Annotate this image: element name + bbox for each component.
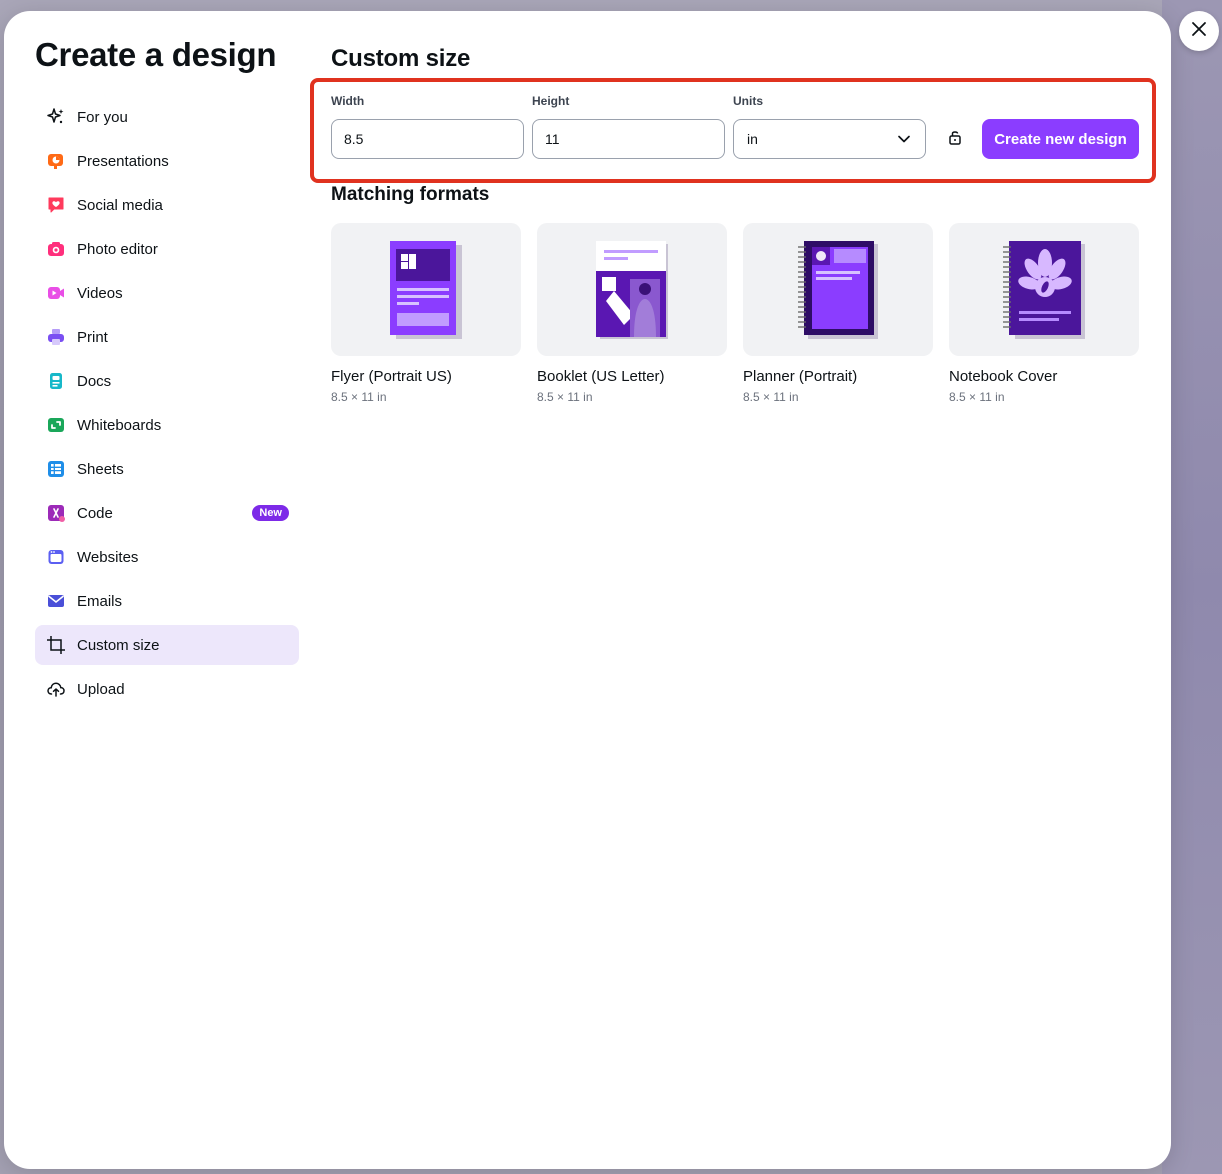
sidebar-item-websites[interactable]: Websites [35, 537, 299, 577]
sidebar-item-label: Docs [77, 372, 112, 390]
width-input[interactable] [331, 119, 524, 159]
sidebar-item-label: Code [77, 504, 113, 522]
sidebar-item-label: Upload [77, 680, 125, 698]
format-name: Planner (Portrait) [743, 368, 858, 385]
cloud-upload-icon [46, 679, 66, 699]
format-name: Notebook Cover [949, 368, 1058, 385]
sidebar-item-sheets[interactable]: Sheets [35, 449, 299, 489]
matching-formats-title: Matching formats [331, 184, 490, 205]
sidebar-item-presentations[interactable]: Presentations [35, 141, 299, 181]
sidebar-item-for-you[interactable]: For you [35, 97, 299, 137]
email-icon [46, 591, 66, 611]
sidebar-item-social-media[interactable]: Social media [35, 185, 299, 225]
create-new-design-button[interactable]: Create new design [982, 119, 1139, 159]
units-value: in [747, 131, 758, 147]
custom-size-title: Custom size [331, 45, 471, 72]
format-size: 8.5 × 11 in [743, 390, 799, 404]
sidebar-item-label: Emails [77, 592, 123, 610]
sidebar-item-whiteboards[interactable]: Whiteboards [35, 405, 299, 445]
planner-thumbnail [743, 223, 933, 356]
printer-icon [46, 327, 66, 347]
close-button[interactable] [1179, 11, 1219, 51]
units-select[interactable]: in [733, 119, 926, 159]
doc-icon [46, 371, 66, 391]
heart-bubble-icon [46, 195, 66, 215]
sidebar-item-label: Whiteboards [77, 416, 162, 434]
format-card-planner[interactable]: Planner (Portrait) 8.5 × 11 in [743, 223, 933, 404]
format-card-notebook-cover[interactable]: Notebook Cover 8.5 × 11 in [949, 223, 1139, 404]
sidebar-item-label: Social media [77, 196, 163, 214]
camera-icon [46, 239, 66, 259]
sidebar-item-label: Sheets [77, 460, 124, 478]
video-icon [46, 283, 66, 303]
format-size: 8.5 × 11 in [537, 390, 593, 404]
sidebar-item-label: Websites [77, 548, 139, 566]
whiteboard-icon [46, 415, 66, 435]
flyer-thumbnail [331, 223, 521, 356]
sidebar-item-label: Photo editor [77, 240, 158, 258]
booklet-thumbnail [537, 223, 727, 356]
sidebar-item-print[interactable]: Print [35, 317, 299, 357]
sidebar-item-videos[interactable]: Videos [35, 273, 299, 313]
create-design-modal: Create a design For you Presentations So… [4, 11, 1171, 1169]
sidebar-item-custom-size[interactable]: Custom size [35, 625, 299, 665]
format-card-booklet[interactable]: Booklet (US Letter) 8.5 × 11 in [537, 223, 727, 404]
sheet-icon [46, 459, 66, 479]
sidebar-nav: For you Presentations Social media Photo… [35, 97, 299, 713]
sparkles-icon [46, 107, 66, 127]
sidebar-item-code[interactable]: Code New [35, 493, 299, 533]
sidebar-item-label: Custom size [77, 636, 160, 654]
notebook-cover-thumbnail [949, 223, 1139, 356]
height-input[interactable] [532, 119, 725, 159]
sidebar-item-photo-editor[interactable]: Photo editor [35, 229, 299, 269]
format-name: Flyer (Portrait US) [331, 368, 452, 385]
sidebar-item-label: Print [77, 328, 108, 346]
code-icon [46, 503, 66, 523]
format-name: Booklet (US Letter) [537, 368, 665, 385]
units-label: Units [733, 94, 763, 108]
custom-size-icon [46, 635, 66, 655]
new-badge: New [252, 505, 289, 521]
modal-title: Create a design [35, 36, 277, 73]
format-card-flyer[interactable]: Flyer (Portrait US) 8.5 × 11 in [331, 223, 521, 404]
sidebar-item-label: Presentations [77, 152, 169, 170]
format-size: 8.5 × 11 in [331, 390, 387, 404]
chevron-down-icon [897, 132, 911, 149]
sidebar-item-docs[interactable]: Docs [35, 361, 299, 401]
lock-icon [948, 129, 962, 150]
sidebar-item-label: Videos [77, 284, 123, 302]
sidebar-item-upload[interactable]: Upload [35, 669, 299, 709]
sidebar-item-emails[interactable]: Emails [35, 581, 299, 621]
lock-aspect-button[interactable] [944, 128, 966, 150]
close-icon [1191, 21, 1207, 42]
height-label: Height [532, 94, 570, 108]
sidebar-item-label: For you [77, 108, 128, 126]
width-label: Width [331, 94, 365, 108]
format-size: 8.5 × 11 in [949, 390, 1005, 404]
backdrop [1162, 0, 1222, 1174]
website-icon [46, 547, 66, 567]
presentation-icon [46, 151, 66, 171]
